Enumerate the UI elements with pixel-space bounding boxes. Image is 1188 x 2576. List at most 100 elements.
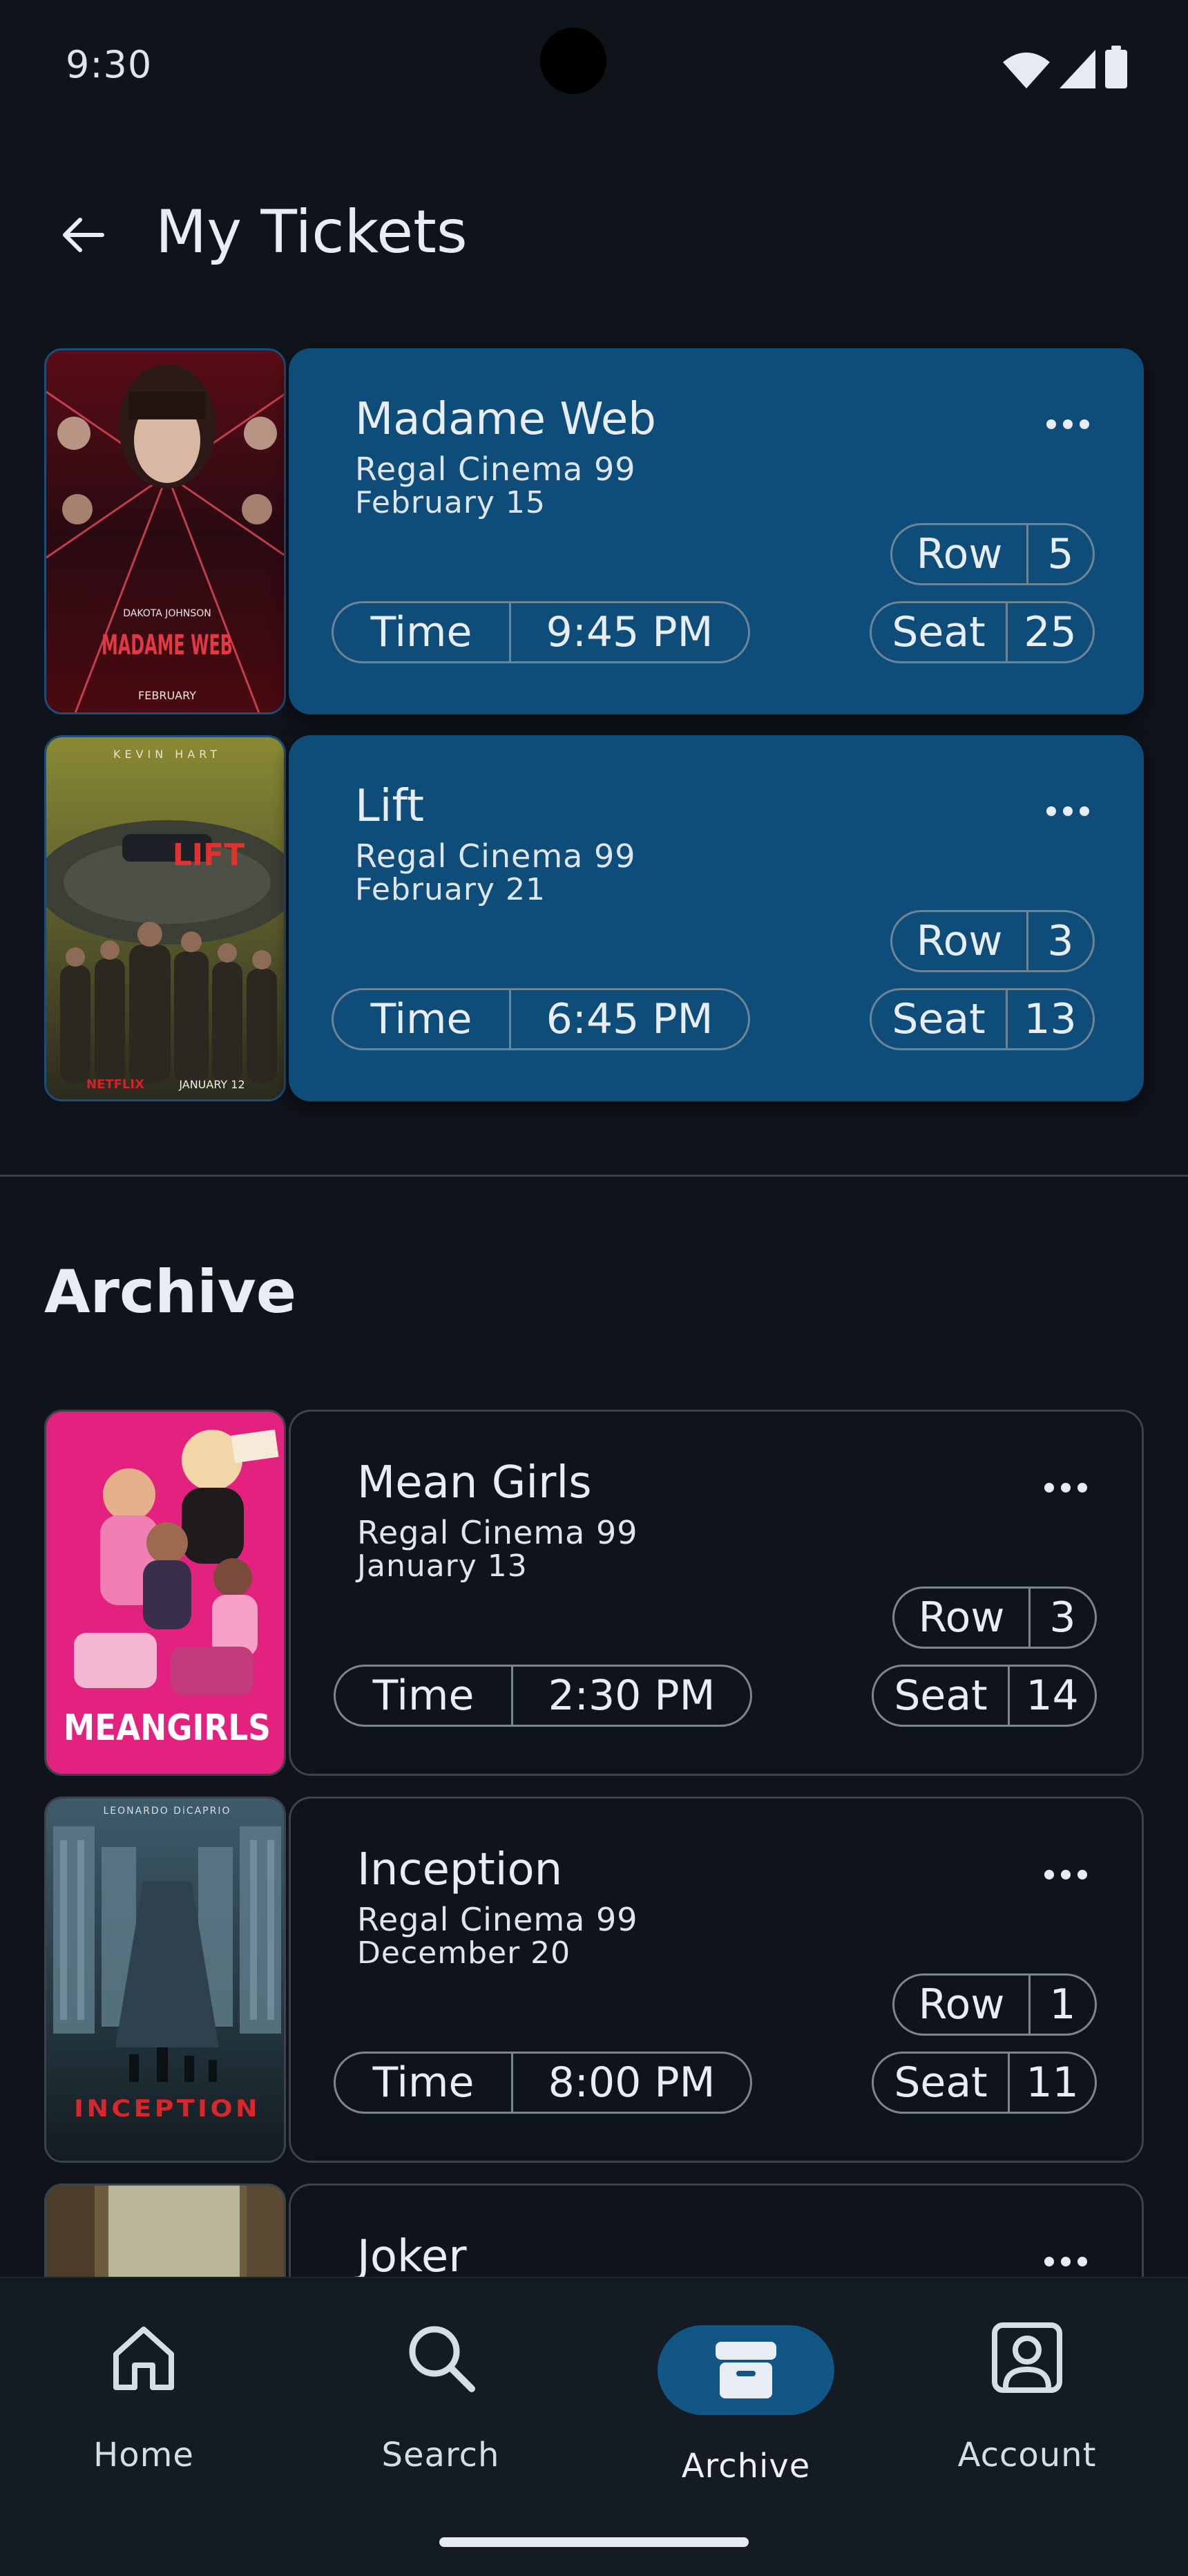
seat-label: Seat xyxy=(892,608,986,656)
cinema-name: Regal Cinema 99 xyxy=(357,1901,638,1938)
nav-archive[interactable]: Archive xyxy=(642,2278,850,2485)
ticket-details: Madame Web Regal Cinema 99 February 15 R… xyxy=(289,348,1144,714)
time-pill: Time 6:45 PM xyxy=(332,988,750,1050)
row-label: Row xyxy=(916,917,1003,965)
poster-text: LEONARDO DiCAPRIO xyxy=(103,1806,231,1817)
ticket-details: Inception Regal Cinema 99 December 20 Ro… xyxy=(289,1797,1144,2163)
nav-label: Archive xyxy=(681,2447,811,2485)
signal-icon xyxy=(1060,50,1095,88)
row-label: Row xyxy=(918,1980,1005,2029)
movie-title: Madame Web xyxy=(355,394,656,445)
poster-text: KEVIN HART xyxy=(113,748,221,761)
time-value: 8:00 PM xyxy=(511,2054,750,2112)
time-label: Time xyxy=(372,1671,475,1720)
seat-label: Seat xyxy=(892,995,986,1043)
more-options-button[interactable] xyxy=(1031,1861,1100,1888)
search-icon xyxy=(409,2326,475,2392)
row-label: Row xyxy=(916,530,1003,578)
row-pill: Row 3 xyxy=(892,1587,1097,1649)
more-icon xyxy=(1044,1483,1054,1493)
row-pill: Row 3 xyxy=(890,910,1095,972)
status-time: 9:30 xyxy=(66,43,153,86)
row-value: 3 xyxy=(1026,912,1093,970)
top-app-bar: My Tickets xyxy=(0,173,1188,297)
cinema-name: Regal Cinema 99 xyxy=(355,837,636,875)
poster-lift: KEVIN HART LIFT NETFLIX JANUARY 12 xyxy=(46,737,284,1099)
seat-label: Seat xyxy=(894,1671,988,1720)
movie-poster: DAKOTA JOHNSON MADAME WEB FEBRUARY xyxy=(44,348,286,714)
wifi-icon xyxy=(1003,53,1050,88)
time-label: Time xyxy=(372,2058,475,2107)
poster-inception: LEONARDO DiCAPRIO INCEPTION xyxy=(46,1799,284,2161)
section-divider xyxy=(0,1175,1188,1177)
ticket-details: Mean Girls Regal Cinema 99 January 13 Ro… xyxy=(289,1410,1144,1776)
movie-poster: KEVIN HART LIFT NETFLIX JANUARY 12 xyxy=(44,735,286,1101)
seat-value: 14 xyxy=(1008,1667,1095,1725)
archived-ticket-card[interactable]: MEANGIRLS Mean Girls Regal Cinema 99 Jan… xyxy=(44,1410,1144,1776)
cinema-name: Regal Cinema 99 xyxy=(355,451,636,488)
movie-title: Inception xyxy=(357,1844,563,1895)
show-date: February 21 xyxy=(355,872,546,907)
time-value: 9:45 PM xyxy=(509,603,748,661)
home-indicator[interactable] xyxy=(439,2537,749,2547)
cinema-name: Regal Cinema 99 xyxy=(357,1514,638,1551)
ticket-card[interactable]: DAKOTA JOHNSON MADAME WEB FEBRUARY Madam… xyxy=(44,348,1144,714)
seat-pill: Seat 11 xyxy=(872,2052,1097,2114)
time-value: 6:45 PM xyxy=(509,990,748,1048)
ticket-card[interactable]: KEVIN HART LIFT NETFLIX JANUARY 12 Lift … xyxy=(44,735,1144,1101)
poster-text: NETFLIX xyxy=(86,1077,144,1092)
bottom-navigation: Home Search Archive Account xyxy=(0,2277,1188,2576)
home-icon xyxy=(113,2327,174,2390)
ticket-details: Lift Regal Cinema 99 February 21 Row 3 T… xyxy=(289,735,1144,1101)
more-icon xyxy=(1044,2257,1054,2266)
poster-text: INCEPTION xyxy=(74,2095,260,2123)
seat-value: 11 xyxy=(1008,2054,1095,2112)
row-value: 3 xyxy=(1028,1589,1095,1647)
poster-text: JANUARY 12 xyxy=(178,1078,245,1091)
row-value: 5 xyxy=(1026,525,1093,583)
more-icon xyxy=(1044,1870,1054,1879)
seat-pill: Seat 14 xyxy=(872,1665,1097,1727)
row-pill: Row 1 xyxy=(892,1973,1097,2036)
show-date: December 20 xyxy=(357,1935,571,1971)
time-label: Time xyxy=(370,608,472,656)
seat-value: 13 xyxy=(1006,990,1093,1048)
seat-pill: Seat 25 xyxy=(870,601,1095,663)
poster-text: MADAME WEB xyxy=(102,629,233,661)
row-value: 1 xyxy=(1028,1976,1095,2034)
nav-active-indicator xyxy=(658,2325,834,2415)
nav-search[interactable]: Search xyxy=(337,2278,544,2485)
page-title: My Tickets xyxy=(155,198,468,267)
time-pill: Time 9:45 PM xyxy=(332,601,750,663)
nav-label: Account xyxy=(957,2436,1097,2474)
poster-text: FEBRUARY xyxy=(138,689,196,702)
more-options-button[interactable] xyxy=(1033,410,1102,438)
front-camera xyxy=(540,28,606,94)
battery-icon xyxy=(1105,46,1127,88)
back-button[interactable] xyxy=(48,200,117,269)
nav-label: Search xyxy=(381,2436,500,2474)
seat-value: 25 xyxy=(1006,603,1093,661)
time-value: 2:30 PM xyxy=(511,1667,750,1725)
archived-ticket-card[interactable]: LEONARDO DiCAPRIO INCEPTION Inception Re… xyxy=(44,1797,1144,2163)
movie-title: Mean Girls xyxy=(357,1457,592,1508)
nav-label: Home xyxy=(93,2436,194,2474)
seat-label: Seat xyxy=(894,2058,988,2107)
more-options-button[interactable] xyxy=(1031,1474,1100,1502)
poster-text: DAKOTA JOHNSON xyxy=(123,608,211,619)
nav-account[interactable]: Account xyxy=(923,2278,1131,2485)
nav-home[interactable]: Home xyxy=(40,2278,247,2485)
poster-text: MEANGIRLS xyxy=(64,1707,271,1749)
more-options-button[interactable] xyxy=(1031,2248,1100,2275)
show-date: February 15 xyxy=(355,485,546,520)
account-icon xyxy=(992,2322,1062,2393)
movie-poster: LEONARDO DiCAPRIO INCEPTION xyxy=(44,1797,286,2163)
archive-heading: Archive xyxy=(44,1258,297,1327)
time-label: Time xyxy=(370,995,472,1043)
row-pill: Row 5 xyxy=(890,523,1095,585)
archive-icon xyxy=(716,2342,776,2398)
more-options-button[interactable] xyxy=(1033,797,1102,825)
more-icon xyxy=(1046,806,1056,816)
arrow-back-icon xyxy=(63,218,104,252)
poster-madame-web: DAKOTA JOHNSON MADAME WEB FEBRUARY xyxy=(46,350,284,712)
